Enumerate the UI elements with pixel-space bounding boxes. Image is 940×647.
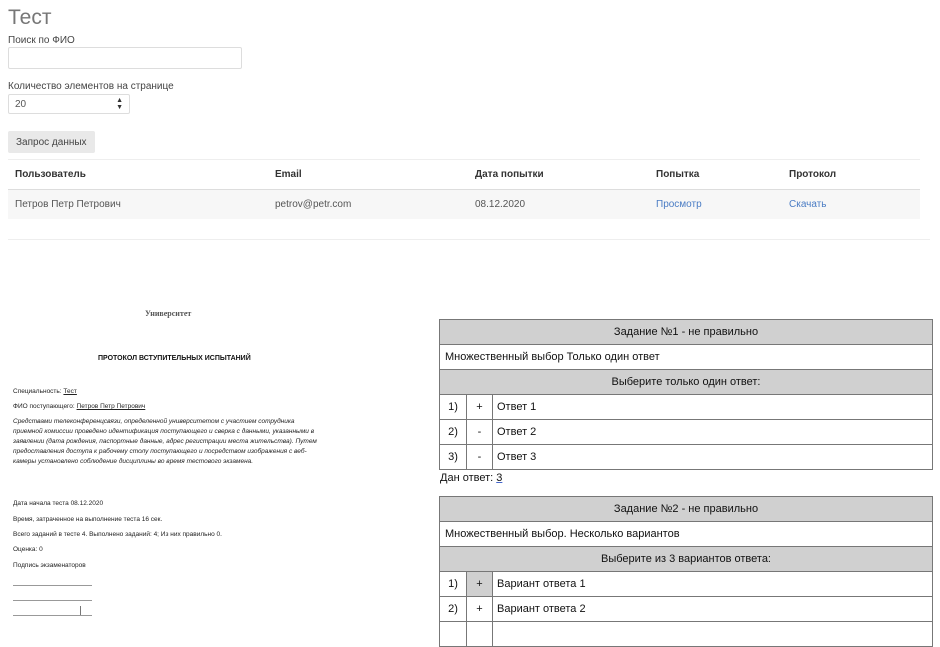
cell-date: 08.12.2020: [475, 199, 526, 210]
option-text: Ответ 1: [492, 394, 933, 420]
task-1-given-answer: Дан ответ: 3: [440, 472, 502, 484]
option-number: 1): [439, 394, 467, 420]
option-mark: +: [466, 596, 493, 622]
doc-tasks-summary: Всего заданий в тесте 4. Выполнено задан…: [13, 531, 222, 538]
signature-line: [13, 600, 92, 601]
doc-title: ПРОТОКОЛ ВСТУПИТЕЛЬНЫХ ИСПЫТАНИЙ: [98, 355, 251, 362]
doc-applicant: ФИО поступающего: Петров Петр Петрович: [13, 402, 145, 412]
column-header-protocol[interactable]: Протокол: [789, 169, 836, 180]
doc-applicant-value: Петров Петр Петрович: [76, 403, 146, 410]
search-label: Поиск по ФИО: [8, 35, 75, 46]
table-header-row: Пользователь Email Дата попытки Попытка …: [8, 160, 920, 190]
option-mark: -: [466, 419, 493, 445]
option-number: [439, 621, 467, 647]
task-2-header: Задание №2 - не правильно: [439, 496, 933, 522]
per-page-value: 20: [15, 98, 27, 110]
column-header-attempt[interactable]: Попытка: [656, 169, 699, 180]
option-mark: +: [466, 571, 493, 597]
doc-applicant-label: ФИО поступающего:: [13, 403, 75, 410]
doc-specialty-label: Специальность:: [13, 388, 62, 395]
task-1-header: Задание №1 - не правильно: [439, 319, 933, 345]
option-number: 2): [439, 419, 467, 445]
given-answer-value: 3: [496, 472, 503, 484]
task-2-type: Множественный выбор. Несколько вариантов: [439, 521, 933, 547]
column-header-user[interactable]: Пользователь: [15, 169, 86, 180]
signature-mark: [80, 606, 81, 615]
signature-line: [13, 615, 92, 616]
option-number: 3): [439, 444, 467, 470]
search-input[interactable]: [8, 47, 242, 69]
cell-user: Петров Петр Петрович: [15, 199, 121, 210]
divider: [8, 239, 930, 240]
doc-signature-label: Подпись экзаменаторов: [13, 562, 86, 569]
option-mark: +: [466, 394, 493, 420]
given-answer-label: Дан ответ:: [440, 472, 494, 484]
table-row: Петров Петр Петрович petrov@petr.com 08.…: [8, 190, 920, 219]
option-number: 1): [439, 571, 467, 597]
doc-university: Университет: [145, 309, 192, 318]
option-number: 2): [439, 596, 467, 622]
page-title: Тест: [8, 6, 52, 29]
option-text: Ответ 3: [492, 444, 933, 470]
download-protocol-link[interactable]: Скачать: [789, 199, 827, 210]
doc-start-date: Дата начала теста 08.12.2020: [13, 500, 104, 507]
option-text: [492, 621, 933, 647]
signature-line: [13, 585, 92, 586]
doc-paragraph: Средствами телеконференцсвязи, определен…: [13, 418, 317, 466]
fetch-data-button[interactable]: Запрос данных: [8, 131, 95, 153]
per-page-label: Количество элементов на странице: [8, 81, 174, 92]
view-attempt-link[interactable]: Просмотр: [656, 199, 702, 210]
doc-score: Оценка: 0: [13, 546, 43, 553]
task-2-prompt: Выберите из 3 вариантов ответа:: [439, 546, 933, 572]
option-mark: [466, 621, 493, 647]
task-1-prompt: Выберите только один ответ:: [439, 369, 933, 395]
results-table: Пользователь Email Дата попытки Попытка …: [8, 159, 920, 219]
doc-specialty: Специальность: Тест: [13, 387, 77, 397]
option-mark: -: [466, 444, 493, 470]
cell-email: petrov@petr.com: [275, 199, 352, 210]
doc-time-spent: Время, затраченное на выполнение теста 1…: [13, 516, 163, 523]
column-header-email[interactable]: Email: [275, 169, 302, 180]
column-header-date[interactable]: Дата попытки: [475, 169, 544, 180]
per-page-select[interactable]: 20 ▲ ▼: [8, 94, 130, 114]
option-text: Ответ 2: [492, 419, 933, 445]
option-text: Вариант ответа 2: [492, 596, 933, 622]
task-1-type: Множественный выбор Только один ответ: [439, 344, 933, 370]
option-text: Вариант ответа 1: [492, 571, 933, 597]
doc-specialty-value: Тест: [63, 388, 77, 395]
updown-arrows-icon: ▲ ▼: [116, 97, 123, 111]
